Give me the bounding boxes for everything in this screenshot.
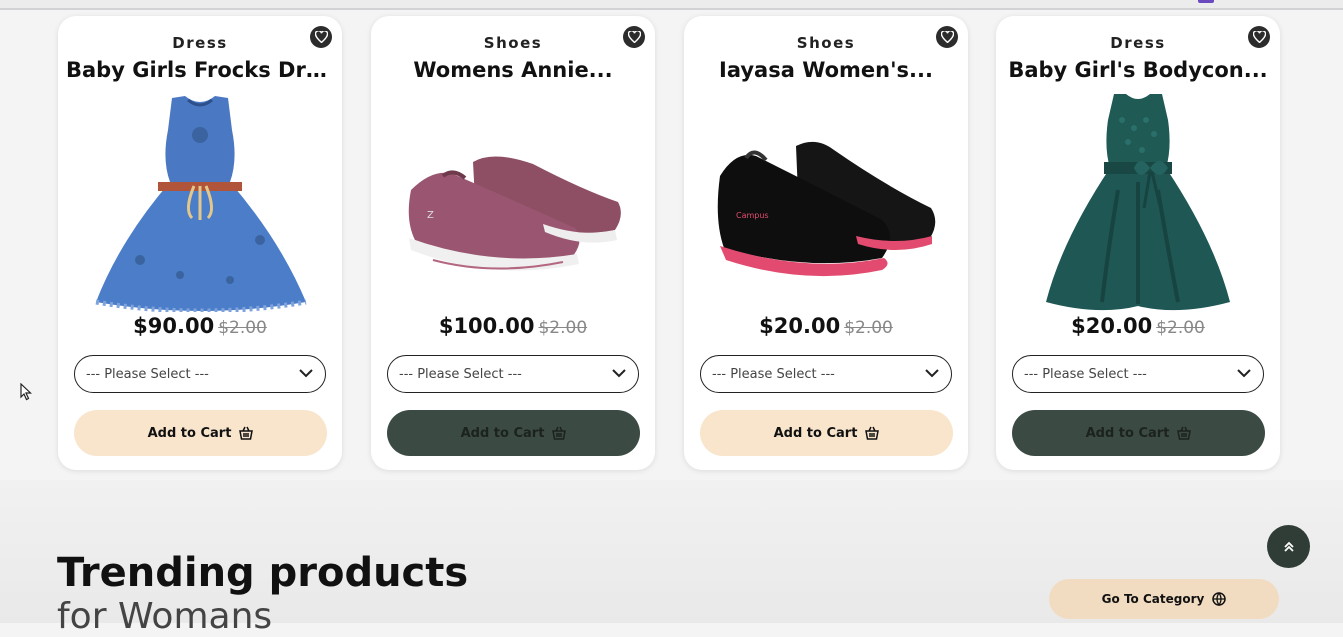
product-old-price: $2.00: [218, 318, 267, 338]
product-category: Shoes: [796, 34, 856, 52]
variant-select-value: --- Please Select ---: [399, 367, 522, 382]
product-price: $90.00: [133, 314, 215, 338]
variant-select[interactable]: --- Please Select ---: [387, 355, 639, 393]
variant-select[interactable]: --- Please Select ---: [74, 355, 326, 393]
black-sneakers-image[interactable]: Campus: [706, 90, 946, 312]
svg-text:Campus: Campus: [736, 211, 769, 220]
scroll-to-top-button[interactable]: [1267, 525, 1310, 568]
product-card: Shoes Womens Annie... Z $100.00 $2.00 ---…: [371, 16, 655, 470]
variant-select-value: --- Please Select ---: [712, 367, 835, 382]
variant-select[interactable]: --- Please Select ---: [700, 355, 952, 393]
product-old-price: $2.00: [1156, 318, 1205, 338]
product-category: Shoes: [483, 34, 543, 52]
cart-basket-icon: [239, 426, 254, 440]
price-row: $20.00 $2.00: [996, 314, 1280, 338]
section-title: Trending products: [57, 550, 469, 596]
product-category: Dress: [1110, 34, 1166, 52]
globe-icon: [1212, 592, 1227, 606]
price-row: $90.00 $2.00: [58, 314, 342, 338]
cart-basket-icon: [1177, 426, 1192, 440]
product-old-price: $2.00: [844, 318, 893, 338]
add-to-cart-label: Add to Cart: [1085, 425, 1170, 441]
top-bar-indicator: [1198, 0, 1214, 3]
add-to-cart-button[interactable]: Add to Cart: [387, 410, 640, 456]
mauve-sneakers-image[interactable]: Z: [393, 90, 633, 312]
price-row: $100.00 $2.00: [371, 314, 655, 338]
variant-select-value: --- Please Select ---: [86, 367, 209, 382]
product-price: $20.00: [759, 314, 841, 338]
product-card: Dress Baby Girls Frocks Dress $90.00 $2.0…: [58, 16, 342, 470]
product-old-price: $2.00: [538, 318, 588, 338]
product-category: Dress: [172, 34, 228, 52]
double-chevron-up-icon: [1283, 541, 1294, 552]
add-to-cart-button[interactable]: Add to Cart: [74, 410, 327, 456]
chevron-down-icon: [299, 369, 313, 378]
chevron-down-icon: [925, 369, 939, 378]
teal-dress-image[interactable]: [1018, 90, 1258, 312]
product-card: Shoes Iayasa Women's... Campus $20.00 $2.…: [684, 16, 968, 470]
variant-select-value: --- Please Select ---: [1024, 367, 1147, 382]
chevron-down-icon: [612, 369, 626, 378]
mouse-cursor-icon: [20, 383, 32, 401]
add-to-cart-label: Add to Cart: [460, 425, 545, 441]
go-to-category-button[interactable]: Go To Category: [1049, 579, 1279, 619]
cart-basket-icon: [552, 426, 567, 440]
add-to-cart-button[interactable]: Add to Cart: [1012, 410, 1265, 456]
product-title[interactable]: Womens Annie...: [379, 58, 647, 82]
product-title[interactable]: Baby Girls Frocks Dress: [66, 58, 334, 82]
go-to-category-label: Go To Category: [1101, 592, 1205, 606]
product-price: $20.00: [1071, 314, 1153, 338]
price-row: $20.00 $2.00: [684, 314, 968, 338]
chevron-down-icon: [1237, 369, 1251, 378]
cart-basket-icon: [865, 426, 880, 440]
section-subtitle: for Womans: [57, 596, 273, 637]
product-title[interactable]: Iayasa Women's...: [692, 58, 960, 82]
variant-select[interactable]: --- Please Select ---: [1012, 355, 1264, 393]
product-card: Dress Baby Girl's Bodycon... $20.00 $2.00…: [996, 16, 1280, 470]
add-to-cart-button[interactable]: Add to Cart: [700, 410, 953, 456]
product-title[interactable]: Baby Girl's Bodycon...: [1004, 58, 1272, 82]
top-bar: [0, 0, 1343, 10]
svg-text:Z: Z: [427, 210, 434, 221]
product-price: $100.00: [438, 314, 535, 338]
add-to-cart-label: Add to Cart: [147, 425, 232, 441]
denim-dress-image[interactable]: [80, 90, 320, 312]
add-to-cart-label: Add to Cart: [773, 425, 858, 441]
